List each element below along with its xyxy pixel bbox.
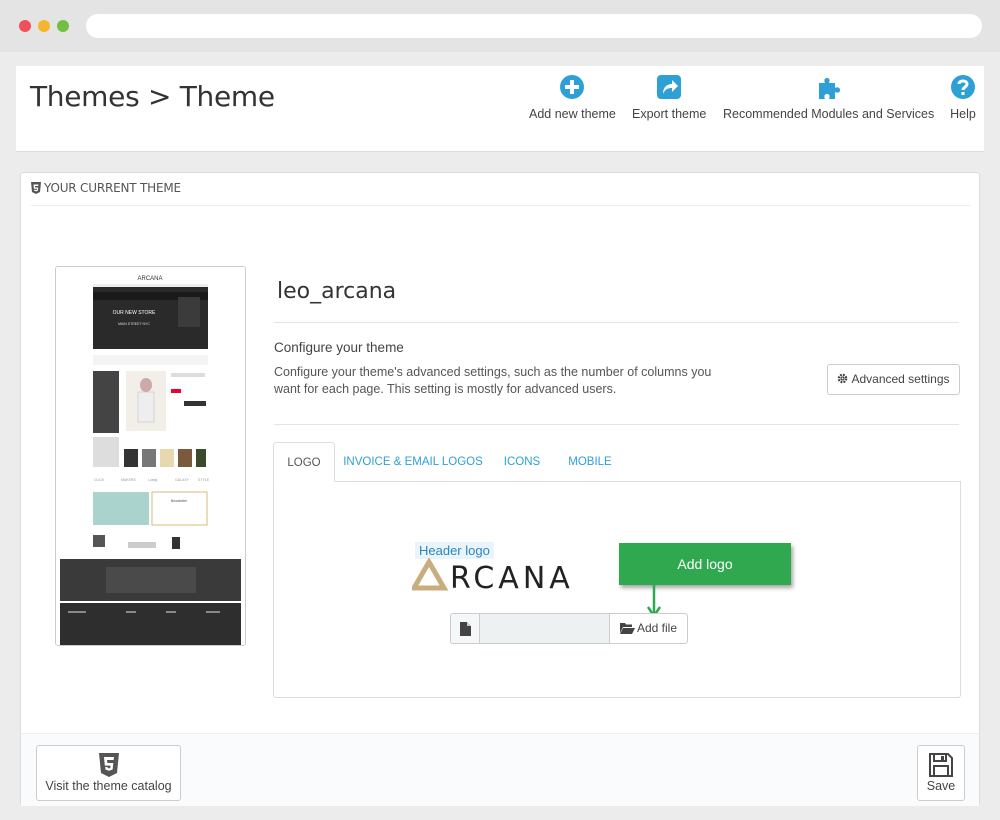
preview-newsletter: Newsletter	[171, 499, 188, 503]
logo-tabs: LOGO INVOICE & EMAIL LOGOS ICONS MOBILE	[273, 442, 961, 482]
folder-open-icon	[619, 623, 635, 634]
preview-banner-line1: OUR NEW STORE	[113, 310, 156, 316]
preview-banner-line2: MAIN STREET NYC	[118, 322, 150, 326]
export-theme-label: Export theme	[632, 107, 707, 121]
save-button[interactable]: Save	[917, 745, 965, 801]
recommended-modules-label: Recommended Modules and Services	[723, 107, 935, 121]
preview-brand-2: MAKERS	[121, 478, 136, 482]
arcana-logo-image: RCANA	[412, 558, 574, 592]
recommended-modules-button[interactable]: Recommended Modules and Services	[723, 74, 934, 121]
file-icon-box	[450, 613, 480, 644]
theme-preview-thumbnail[interactable]: ARCANA OUR NEW STORE MAIN STREET NYC CLI…	[55, 266, 246, 646]
gear-icon	[838, 373, 848, 384]
add-logo-callout: Add logo	[619, 543, 791, 585]
plus-circle-icon	[560, 75, 585, 99]
tab-icons[interactable]: ICONS	[493, 442, 551, 482]
address-bar[interactable]	[86, 14, 982, 38]
tab-mobile[interactable]: MOBILE	[561, 442, 619, 482]
divider	[274, 322, 959, 323]
help-label: Help	[950, 107, 976, 121]
preview-brand-5: STYLE	[198, 478, 210, 482]
visit-theme-catalog-button[interactable]: Visit the theme catalog	[36, 745, 181, 801]
preview-brand-4: GALAXY	[175, 478, 190, 482]
advanced-settings-button[interactable]: Advanced settings	[827, 364, 960, 395]
page-title: Themes > Theme	[30, 80, 275, 113]
advanced-settings-label: Advanced settings	[851, 372, 950, 386]
file-icon	[460, 622, 471, 636]
export-theme-button[interactable]: Export theme	[632, 74, 706, 121]
file-name-input[interactable]	[479, 613, 610, 644]
help-circle-icon	[951, 75, 975, 99]
header-logo-label: Header logo	[415, 542, 494, 559]
add-new-theme-label: Add new theme	[529, 107, 616, 121]
add-file-label: Add file	[636, 621, 678, 635]
visit-theme-catalog-label: Visit the theme catalog	[45, 779, 172, 793]
save-icon	[929, 753, 953, 777]
html5-icon	[31, 182, 41, 194]
close-window-dot[interactable]	[19, 20, 31, 32]
maximize-window-dot[interactable]	[57, 20, 69, 32]
preview-logo: ARCANA	[137, 276, 162, 282]
preview-brand-3: Lustig	[148, 478, 157, 482]
theme-preview-image: ARCANA OUR NEW STORE MAIN STREET NYC CLI…	[56, 267, 245, 645]
configure-description: Configure your theme's advanced settings…	[274, 365, 712, 396]
html5-icon	[98, 753, 119, 777]
browser-chrome	[0, 0, 1000, 52]
current-theme-panel: YOUR CURRENT THEME ARCANA OUR NEW STORE …	[20, 172, 980, 806]
puzzle-icon	[818, 78, 840, 99]
panel-heading: YOUR CURRENT THEME	[31, 181, 181, 195]
minimize-window-dot[interactable]	[38, 20, 50, 32]
divider	[274, 424, 959, 425]
logo-tab-content: Header logo RCANA Add logo Add file	[273, 481, 961, 698]
tab-invoice-email-logos[interactable]: INVOICE & EMAIL LOGOS	[343, 442, 483, 482]
share-icon	[657, 75, 682, 99]
add-file-button[interactable]: Add file	[609, 613, 688, 644]
arcana-logo-text: RCANA	[450, 561, 574, 592]
add-new-theme-button[interactable]: Add new theme	[529, 74, 616, 121]
theme-name: leo_arcana	[277, 279, 397, 304]
panel-footer: Visit the theme catalog Save	[21, 733, 979, 806]
preview-brand-1: CLICK	[94, 478, 105, 482]
help-button[interactable]: Help	[949, 74, 977, 121]
configure-title: Configure your theme	[274, 340, 404, 355]
panel-heading-text: YOUR CURRENT THEME	[44, 181, 181, 195]
heading-divider	[31, 205, 971, 206]
save-label: Save	[926, 779, 956, 793]
tab-logo[interactable]: LOGO	[273, 442, 335, 482]
page-header: Themes > Theme Add new theme Export them…	[16, 66, 984, 152]
